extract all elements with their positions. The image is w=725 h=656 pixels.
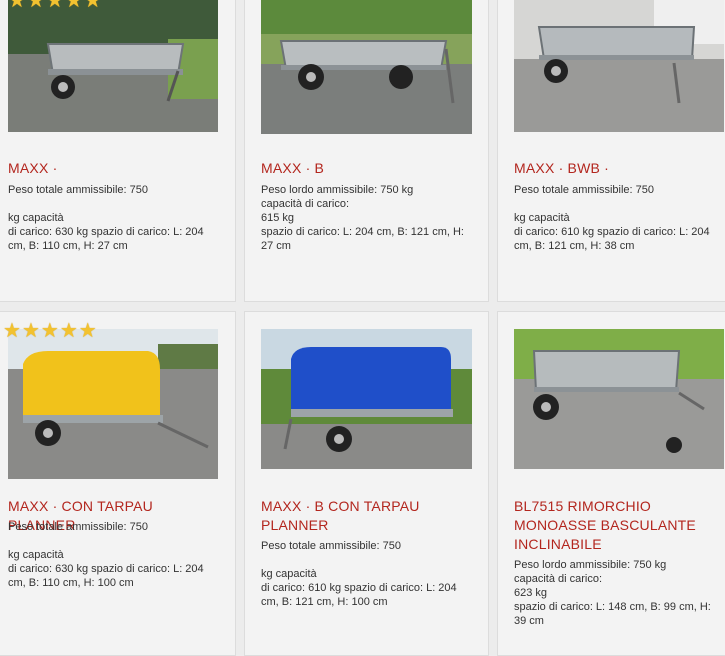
star-icon: ★ (8, 0, 26, 12)
trailer-photo (514, 0, 724, 132)
star-icon: ★ (59, 320, 78, 342)
product-card-1[interactable]: ★ ★ ★ ★ ★ MAXX · Peso totale ammissibile… (0, 0, 236, 302)
star-icon: ★ (45, 0, 64, 12)
product-card-6[interactable]: BL7515 RIMORCHIO MONOASSE BASCULANTE INC… (497, 311, 725, 656)
product-title[interactable]: MAXX · B CON TARPAU PLANNER (261, 497, 451, 535)
product-photo[interactable] (261, 329, 472, 469)
product-card-5[interactable]: MAXX · B CON TARPAU PLANNER Peso totale … (244, 311, 489, 656)
product-photo[interactable] (514, 329, 724, 469)
product-description: Peso totale ammissibile: 750 kg capacità… (8, 184, 204, 252)
product-photo[interactable] (514, 0, 724, 132)
trailer-photo (8, 329, 218, 479)
product-brand[interactable]: MAXX (261, 160, 301, 176)
star-icon: ★ (21, 320, 40, 342)
trailer-photo (261, 329, 472, 469)
trailer-photo (514, 329, 724, 469)
product-description: Peso lordo ammissibile: 750 kg capacità … (514, 559, 711, 627)
star-icon: ★ (3, 320, 21, 342)
product-photo[interactable] (8, 0, 218, 132)
product-title-rest[interactable]: · B (301, 160, 324, 176)
product-brand[interactable]: MAXX (8, 160, 48, 176)
product-photo[interactable] (8, 329, 218, 479)
product-card-2[interactable]: MAXX · B Peso lordo ammissibile: 750 kg … (244, 0, 489, 302)
product-title-rest[interactable]: · (48, 160, 58, 176)
trailer-photo (261, 0, 472, 134)
product-title[interactable]: MAXX · (8, 159, 223, 178)
star-icon: ★ (64, 0, 83, 12)
product-title[interactable]: MAXX · BWB · (514, 159, 724, 178)
star-icon: ★ (40, 320, 59, 342)
product-card-3[interactable]: MAXX · BWB · Peso totale ammissibile: 75… (497, 0, 725, 302)
product-description: Peso lordo ammissibile: 750 kg capacità … (261, 184, 464, 252)
product-brand[interactable]: MAXX (8, 498, 48, 514)
product-description: Peso totale ammissibile: 750 kg capacità… (514, 184, 710, 252)
product-photo[interactable] (261, 0, 472, 134)
rating-stars: ★ ★ ★ ★ ★ (3, 321, 97, 341)
product-description: Peso totale ammissibile: 750 kg capacità… (8, 521, 204, 589)
trailer-photo (8, 0, 218, 132)
product-title[interactable]: BL7515 RIMORCHIO MONOASSE BASCULANTE INC… (514, 497, 704, 554)
product-brand[interactable]: MAXX (514, 160, 554, 176)
product-card-4[interactable]: ★ ★ ★ ★ ★ MAXX · CON TARPAU PLANNER Peso… (0, 311, 236, 656)
product-title-rest[interactable]: · BWB · (554, 160, 609, 176)
product-description: Peso totale ammissibile: 750 kg capacità… (261, 540, 457, 608)
star-icon: ★ (78, 320, 97, 342)
star-icon: ★ (83, 0, 102, 12)
star-icon: ★ (26, 0, 45, 12)
product-title[interactable]: MAXX · B (261, 159, 476, 178)
rating-stars: ★ ★ ★ ★ ★ (8, 0, 102, 11)
product-brand[interactable]: BL7515 (514, 498, 563, 514)
product-brand[interactable]: MAXX (261, 498, 301, 514)
